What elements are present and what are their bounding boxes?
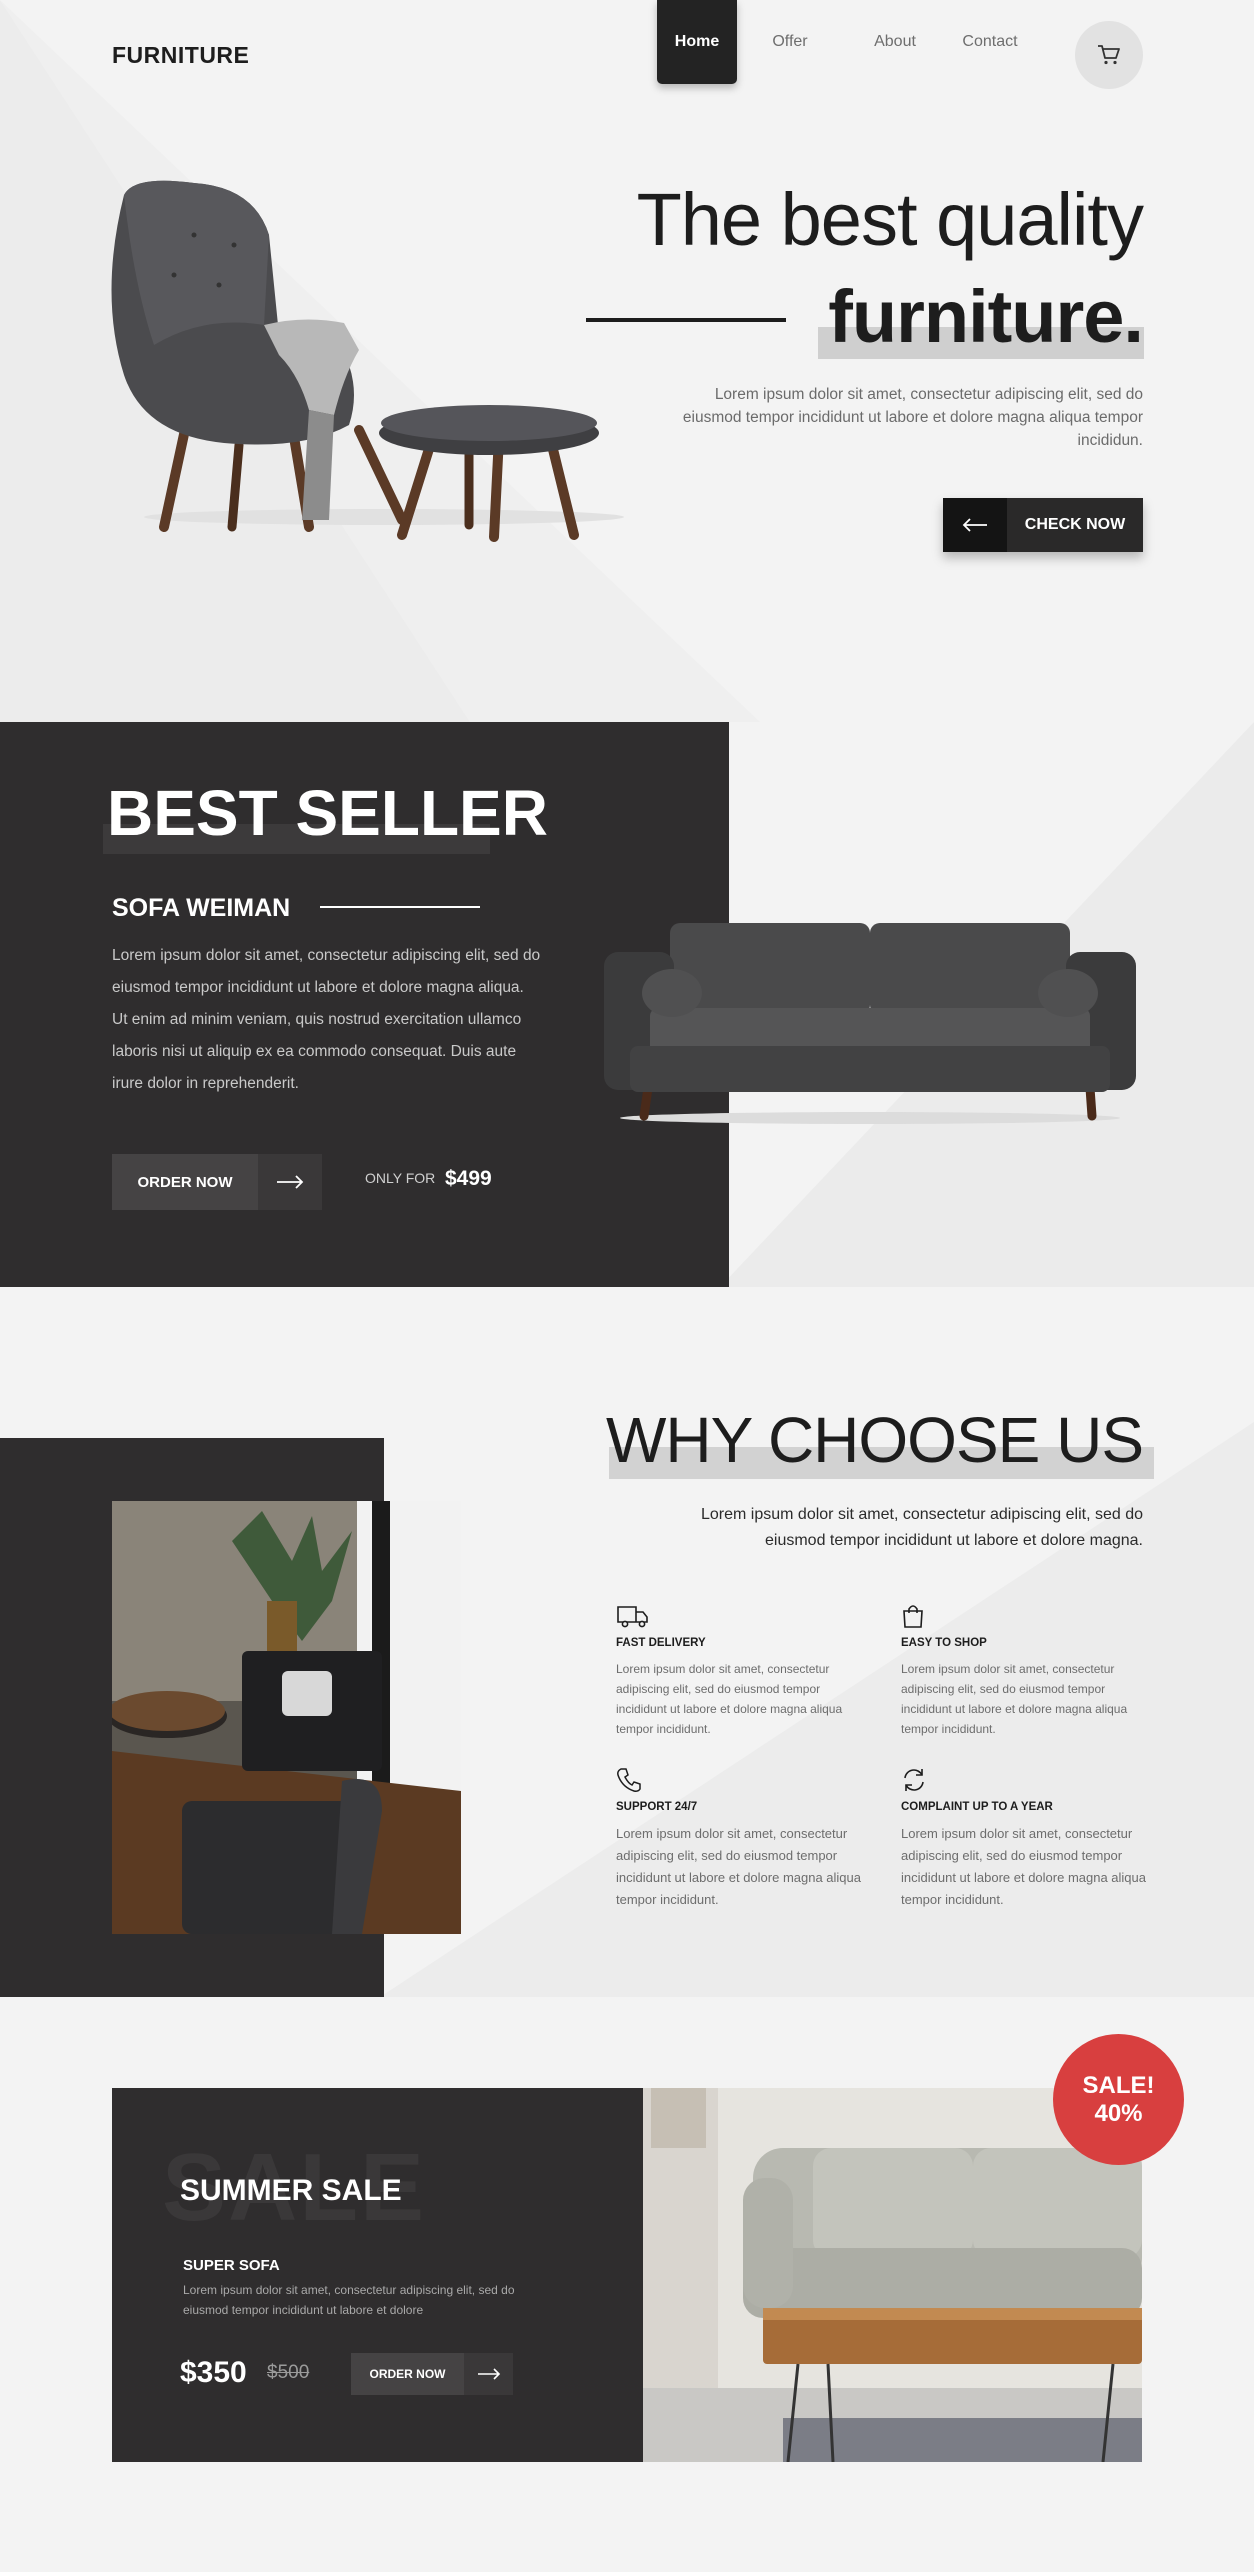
feature-text: Lorem ipsum dolor sit amet, consectetur … xyxy=(616,1662,843,1736)
best-seller-price: $499 xyxy=(445,1167,492,1190)
price-prefix: ONLY FOR xyxy=(365,1170,436,1186)
order-now-label: ORDER NOW xyxy=(112,1154,258,1210)
phone-icon xyxy=(616,1767,866,1795)
feature-text: Lorem ipsum dolor sit amet, consectetur … xyxy=(901,1662,1128,1736)
sale-order-now-label: ORDER NOW xyxy=(351,2353,464,2395)
feature-complaint: COMPLAINT UP TO A YEAR Lorem ipsum dolor… xyxy=(901,1767,1151,1911)
hero-section: FURNITURE Home Offer About Contact The b… xyxy=(0,0,1254,722)
cart-button[interactable] xyxy=(1075,21,1143,89)
refresh-icon xyxy=(901,1767,1151,1795)
why-title: WHY CHOOSE US xyxy=(606,1404,1144,1476)
check-now-label: CHECK NOW xyxy=(1007,498,1143,552)
sale-description: Lorem ipsum dolor sit amet, consectetur … xyxy=(183,2283,515,2317)
shopping-bag-icon xyxy=(901,1603,1151,1631)
feature-text: Lorem ipsum dolor sit amet, consectetur … xyxy=(616,1826,862,1907)
best-seller-title: BEST SELLER xyxy=(107,777,548,849)
sofa-image xyxy=(604,923,1136,1124)
arrow-left-icon xyxy=(943,498,1007,552)
check-now-button[interactable]: CHECK NOW xyxy=(943,498,1143,552)
feature-support: SUPPORT 24/7 Lorem ipsum dolor sit amet,… xyxy=(616,1767,866,1911)
order-now-button[interactable]: ORDER NOW xyxy=(112,1154,322,1210)
hero-description: Lorem ipsum dolor sit amet, consectetur … xyxy=(682,386,1143,449)
arrow-right-icon xyxy=(464,2353,513,2395)
sale-badge-text: SALE! xyxy=(1082,2071,1155,2099)
sale-badge-percent: 40% xyxy=(1094,2099,1143,2127)
armchair-image xyxy=(111,180,624,542)
hero-divider-line xyxy=(586,318,786,322)
feature-text: Lorem ipsum dolor sit amet, consectetur … xyxy=(901,1826,1147,1907)
interior-photo xyxy=(112,1501,461,1934)
cart-icon xyxy=(1098,45,1120,65)
feature-title: FAST DELIVERY xyxy=(616,1637,706,1649)
best-seller-description: Lorem ipsum dolor sit amet, consectetur … xyxy=(112,947,541,1092)
hero-title-line1: The best quality xyxy=(636,178,1144,261)
nav-item-contact[interactable]: Contact xyxy=(947,0,1033,84)
sale-sofa-photo xyxy=(643,2088,1142,2462)
feature-title: SUPPORT 24/7 xyxy=(616,1801,698,1813)
truck-icon xyxy=(616,1603,866,1631)
feature-easy-to-shop: EASY TO SHOP Lorem ipsum dolor sit amet,… xyxy=(901,1603,1151,1739)
feature-fast-delivery: FAST DELIVERY Lorem ipsum dolor sit amet… xyxy=(616,1603,866,1739)
feature-title: EASY TO SHOP xyxy=(901,1637,987,1649)
product-name-divider xyxy=(320,906,480,908)
summer-sale-title: SUMMER SALE xyxy=(180,2174,402,2207)
logo[interactable]: FURNITURE xyxy=(112,42,249,69)
nav-item-offer[interactable]: Offer xyxy=(737,0,843,84)
nav-item-home[interactable]: Home xyxy=(657,0,737,84)
sale-price: $350 xyxy=(180,2356,247,2389)
hero-title-line2: furniture. xyxy=(828,275,1144,358)
sale-product-name: SUPER SOFA xyxy=(183,2257,280,2274)
best-seller-product-name: SOFA WEIMAN xyxy=(112,894,291,922)
nav-item-about[interactable]: About xyxy=(843,0,947,84)
sale-order-now-button[interactable]: ORDER NOW xyxy=(351,2353,513,2395)
sale-badge: SALE! 40% xyxy=(1053,2034,1184,2165)
main-nav: Home Offer About Contact xyxy=(657,0,1033,84)
feature-title: COMPLAINT UP TO A YEAR xyxy=(901,1801,1053,1813)
why-description: Lorem ipsum dolor sit amet, consectetur … xyxy=(701,1506,1143,1549)
arrow-right-icon xyxy=(258,1154,322,1210)
sale-old-price: $500 xyxy=(267,2362,310,2383)
